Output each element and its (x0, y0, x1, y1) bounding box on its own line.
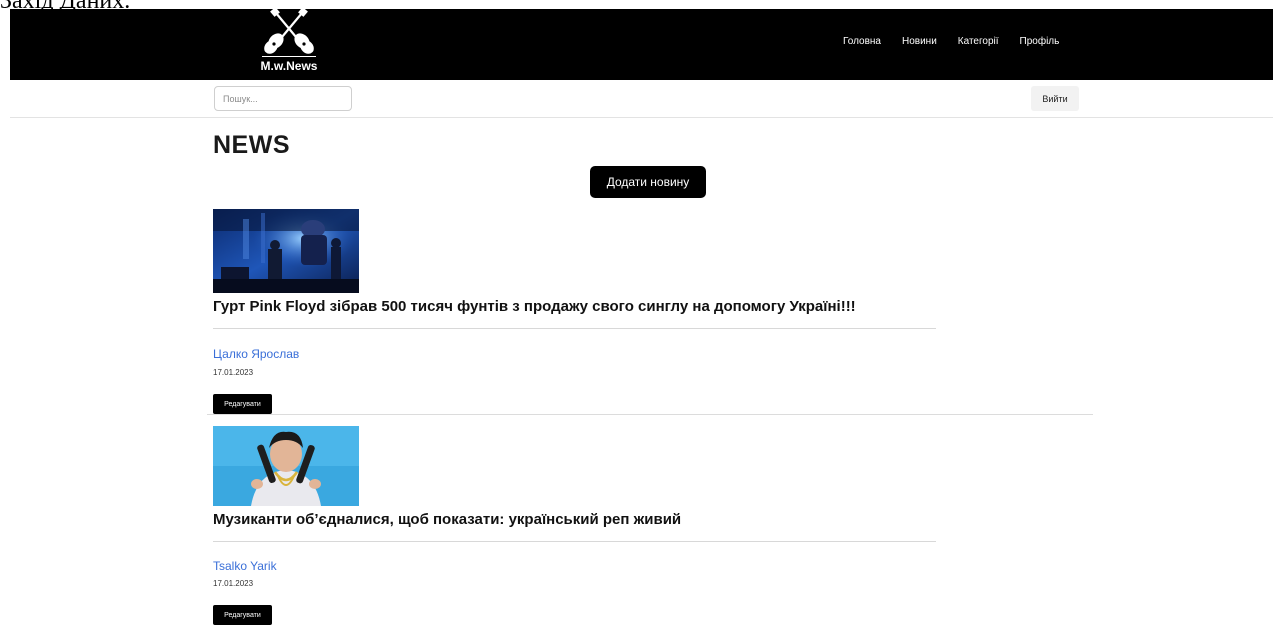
nav-link-categories[interactable]: Категорії (958, 36, 999, 47)
news-article: Музиканти об’єдналися, щоб показати: укр… (207, 426, 1093, 625)
site-logo[interactable]: M.w.News (256, 7, 322, 75)
edit-article-button[interactable]: Редагувати (213, 605, 272, 625)
article-date: 17.01.2023 (213, 579, 254, 588)
article-date: 17.01.2023 (213, 368, 254, 377)
edit-article-button[interactable]: Редагувати (213, 394, 272, 414)
concert-photo (213, 209, 359, 293)
title-divider (213, 328, 936, 329)
page-title: NEWS (213, 131, 290, 159)
article-image-rapper[interactable] (213, 426, 359, 506)
nav-link-news[interactable]: Новини (902, 36, 937, 47)
title-divider (213, 541, 936, 542)
article-author-link[interactable]: Цалко Ярослав (213, 347, 299, 361)
nav-link-profile[interactable]: Профіль (1020, 36, 1060, 47)
add-news-button[interactable]: Додати новину (590, 166, 706, 198)
news-article: Гурт Pink Floyd зібрав 500 тисяч фунтів … (207, 209, 1093, 415)
rapper-photo (213, 426, 359, 506)
search-input[interactable] (214, 86, 352, 111)
main-nav: Головна Новини Категорії Профіль (843, 36, 1080, 47)
article-author-link[interactable]: Tsalko Yarik (213, 559, 277, 573)
article-image-concert[interactable] (213, 209, 359, 293)
search-row: Вийти (10, 80, 1273, 118)
top-navbar: M.w.News Головна Новини Категорії Профіл… (10, 7, 1273, 80)
nav-link-home[interactable]: Головна (843, 36, 881, 47)
logo-divider (262, 56, 316, 57)
article-separator (207, 414, 1093, 415)
article-title[interactable]: Музиканти об’єдналися, щоб показати: укр… (213, 511, 681, 528)
article-title[interactable]: Гурт Pink Floyd зібрав 500 тисяч фунтів … (213, 298, 856, 315)
logout-button[interactable]: Вийти (1031, 86, 1079, 111)
crossed-guitars-icon (264, 7, 314, 54)
logo-text: M.w.News (260, 59, 318, 73)
